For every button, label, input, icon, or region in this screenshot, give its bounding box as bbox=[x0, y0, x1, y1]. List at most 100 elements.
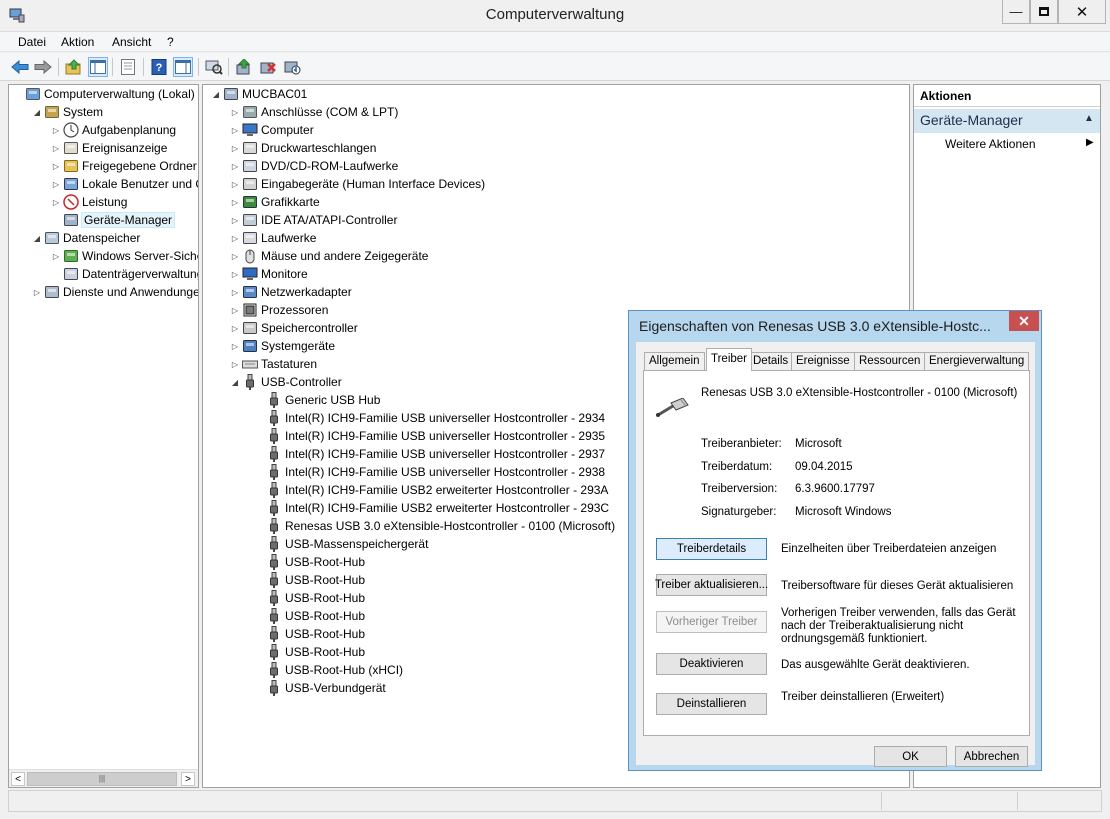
close-button[interactable]: ✕ bbox=[1058, 0, 1106, 24]
collapsed-arrow-icon[interactable]: ▷ bbox=[51, 162, 61, 171]
show-hide-action-pane-button[interactable] bbox=[173, 57, 193, 77]
maximize-button[interactable] bbox=[1030, 0, 1058, 24]
expanded-arrow-icon[interactable]: ◢ bbox=[230, 378, 240, 387]
forward-button[interactable] bbox=[33, 57, 53, 77]
tree-item-system[interactable]: ◢ System bbox=[32, 103, 103, 121]
collapse-up-icon[interactable]: ▲ bbox=[1084, 113, 1094, 124]
tab-allgemein[interactable]: Allgemein bbox=[644, 352, 705, 370]
device-category-tastaturen[interactable]: ▷ Tastaturen bbox=[230, 355, 317, 373]
tree-item-windows-server-sicheru[interactable]: ▷ Windows Server-Sicheru bbox=[51, 247, 198, 265]
expanded-arrow-icon[interactable]: ◢ bbox=[32, 234, 42, 243]
tree-item-datenträgerverwaltung[interactable]: Datenträgerverwaltung bbox=[51, 265, 198, 283]
deinstallieren-button[interactable]: Deinstallieren bbox=[656, 693, 767, 715]
collapsed-arrow-icon[interactable]: ▷ bbox=[230, 234, 240, 243]
usb-device-item[interactable]: Intel(R) ICH9-Familie USB2 erweiterter H… bbox=[266, 499, 609, 517]
tab-treiber[interactable]: Treiber bbox=[706, 348, 752, 371]
scan-hardware-button[interactable] bbox=[204, 57, 224, 77]
tree-item-datenspeicher[interactable]: ◢ Datenspeicher bbox=[32, 229, 140, 247]
more-actions-item[interactable]: Weitere Aktionen bbox=[945, 137, 1036, 151]
usb-device-item[interactable]: USB-Root-Hub bbox=[266, 553, 365, 571]
collapsed-arrow-icon[interactable]: ▷ bbox=[230, 288, 240, 297]
collapsed-arrow-icon[interactable]: ▷ bbox=[230, 108, 240, 117]
collapsed-arrow-icon[interactable]: ▷ bbox=[230, 216, 240, 225]
tab-ressourcen[interactable]: Ressourcen bbox=[854, 352, 926, 370]
usb-device-item[interactable]: Intel(R) ICH9-Familie USB universeller H… bbox=[266, 445, 605, 463]
treiber-aktualisieren-button[interactable]: Treiber aktualisieren... bbox=[655, 574, 768, 596]
collapsed-arrow-icon[interactable]: ▷ bbox=[230, 342, 240, 351]
collapsed-arrow-icon[interactable]: ▷ bbox=[230, 270, 240, 279]
device-category-prozessoren[interactable]: ▷ Prozessoren bbox=[230, 301, 328, 319]
treiberdetails-button[interactable]: Treiberdetails bbox=[656, 538, 767, 560]
show-hide-console-tree-button[interactable] bbox=[88, 57, 108, 77]
device-category-anschlüsse-com-lpt[interactable]: ▷ Anschlüsse (COM & LPT) bbox=[230, 103, 398, 121]
menu-aktion[interactable]: Aktion bbox=[61, 35, 94, 49]
help-button[interactable]: ? bbox=[149, 57, 169, 77]
expanded-arrow-icon[interactable]: ◢ bbox=[32, 108, 42, 117]
expanded-arrow-icon[interactable]: ◢ bbox=[211, 90, 221, 99]
tree-item-computerverwaltung-lokal[interactable]: Computerverwaltung (Lokal) bbox=[13, 85, 195, 103]
collapsed-arrow-icon[interactable]: ▷ bbox=[51, 252, 61, 261]
tree-item-dienste-und-anwendungen[interactable]: ▷ Dienste und Anwendungen bbox=[32, 283, 198, 301]
device-category-mäuse-und-andere-zeigegeräte[interactable]: ▷ Mäuse und andere Zeigegeräte bbox=[230, 247, 428, 265]
tree-item-freigegebene-ordner[interactable]: ▷ Freigegebene Ordner bbox=[51, 157, 197, 175]
device-category-netzwerkadapter[interactable]: ▷ Netzwerkadapter bbox=[230, 283, 352, 301]
tab-details[interactable]: Details bbox=[748, 352, 794, 370]
usb-device-item[interactable]: USB-Massenspeichergerät bbox=[266, 535, 428, 553]
device-category-grafikkarte[interactable]: ▷ Grafikkarte bbox=[230, 193, 320, 211]
menu-help[interactable]: ? bbox=[167, 35, 174, 49]
usb-device-item[interactable]: USB-Root-Hub bbox=[266, 607, 365, 625]
usb-device-item[interactable]: USB-Root-Hub bbox=[266, 571, 365, 589]
usb-device-item[interactable]: USB-Root-Hub bbox=[266, 643, 365, 661]
tree-item-lokale-benutzer-und-gr[interactable]: ▷ Lokale Benutzer und Gr bbox=[51, 175, 198, 193]
usb-device-item[interactable]: USB-Root-Hub bbox=[266, 625, 365, 643]
scroll-right-button[interactable]: > bbox=[181, 772, 195, 786]
tree-item-aufgabenplanung[interactable]: ▷ Aufgabenplanung bbox=[51, 121, 176, 139]
tree-item-geräte-manager[interactable]: Geräte-Manager bbox=[51, 211, 176, 229]
collapsed-arrow-icon[interactable]: ▷ bbox=[51, 198, 61, 207]
collapsed-arrow-icon[interactable]: ▷ bbox=[230, 144, 240, 153]
usb-device-item[interactable]: Intel(R) ICH9-Familie USB universeller H… bbox=[266, 463, 605, 481]
scroll-thumb[interactable]: ||| bbox=[27, 772, 177, 786]
actions-section-header[interactable]: Geräte-Manager ▲ bbox=[914, 109, 1100, 133]
usb-device-item[interactable]: Intel(R) ICH9-Familie USB2 erweiterter H… bbox=[266, 481, 608, 499]
properties-button[interactable] bbox=[118, 57, 138, 77]
usb-device-item[interactable]: Intel(R) ICH9-Familie USB universeller H… bbox=[266, 427, 605, 445]
scroll-left-button[interactable]: < bbox=[11, 772, 25, 786]
device-category-systemgeräte[interactable]: ▷ Systemgeräte bbox=[230, 337, 335, 355]
menu-ansicht[interactable]: Ansicht bbox=[112, 35, 151, 49]
device-root[interactable]: ◢ MUCBAC01 bbox=[211, 85, 307, 103]
up-folder-button[interactable] bbox=[64, 57, 84, 77]
disable-device-button[interactable] bbox=[282, 57, 302, 77]
device-category-eingabegeräte-human-interface-devices[interactable]: ▷ Eingabegeräte (Human Interface Devices) bbox=[230, 175, 485, 193]
ok-button[interactable]: OK bbox=[874, 746, 947, 767]
collapsed-arrow-icon[interactable]: ▷ bbox=[51, 126, 61, 135]
collapsed-arrow-icon[interactable]: ▷ bbox=[230, 198, 240, 207]
uninstall-device-button[interactable] bbox=[258, 57, 278, 77]
device-category-laufwerke[interactable]: ▷ Laufwerke bbox=[230, 229, 316, 247]
dialog-close-button[interactable]: ✕ bbox=[1009, 311, 1039, 331]
tab-ereignisse[interactable]: Ereignisse bbox=[791, 352, 855, 370]
device-category-monitore[interactable]: ▷ Monitore bbox=[230, 265, 308, 283]
collapsed-arrow-icon[interactable]: ▷ bbox=[230, 126, 240, 135]
back-button[interactable] bbox=[10, 57, 30, 77]
usb-device-item[interactable]: Generic USB Hub bbox=[266, 391, 380, 409]
tab-energieverwaltung[interactable]: Energieverwaltung bbox=[924, 352, 1030, 370]
collapsed-arrow-icon[interactable]: ▷ bbox=[51, 180, 61, 189]
collapsed-arrow-icon[interactable]: ▷ bbox=[230, 360, 240, 369]
deaktivieren-button[interactable]: Deaktivieren bbox=[656, 653, 767, 675]
collapsed-arrow-icon[interactable]: ▷ bbox=[230, 306, 240, 315]
usb-device-item[interactable]: USB-Verbundgerät bbox=[266, 679, 386, 697]
tree-item-ereignisanzeige[interactable]: ▷ Ereignisanzeige bbox=[51, 139, 167, 157]
device-category-usb-controller[interactable]: ◢ USB-Controller bbox=[230, 373, 342, 391]
usb-device-item[interactable]: USB-Root-Hub bbox=[266, 589, 365, 607]
collapsed-arrow-icon[interactable]: ▷ bbox=[230, 180, 240, 189]
usb-device-item[interactable]: USB-Root-Hub (xHCI) bbox=[266, 661, 403, 679]
usb-device-item[interactable]: Renesas USB 3.0 eXtensible-Hostcontrolle… bbox=[266, 517, 615, 535]
collapsed-arrow-icon[interactable]: ▷ bbox=[230, 252, 240, 261]
minimize-button[interactable]: — bbox=[1002, 0, 1030, 24]
usb-device-item[interactable]: Intel(R) ICH9-Familie USB universeller H… bbox=[266, 409, 605, 427]
device-category-speichercontroller[interactable]: ▷ Speichercontroller bbox=[230, 319, 358, 337]
tree-item-leistung[interactable]: ▷ Leistung bbox=[51, 193, 127, 211]
device-category-ide-ata-atapi-controller[interactable]: ▷ IDE ATA/ATAPI-Controller bbox=[230, 211, 398, 229]
device-category-druckwarteschlangen[interactable]: ▷ Druckwarteschlangen bbox=[230, 139, 376, 157]
